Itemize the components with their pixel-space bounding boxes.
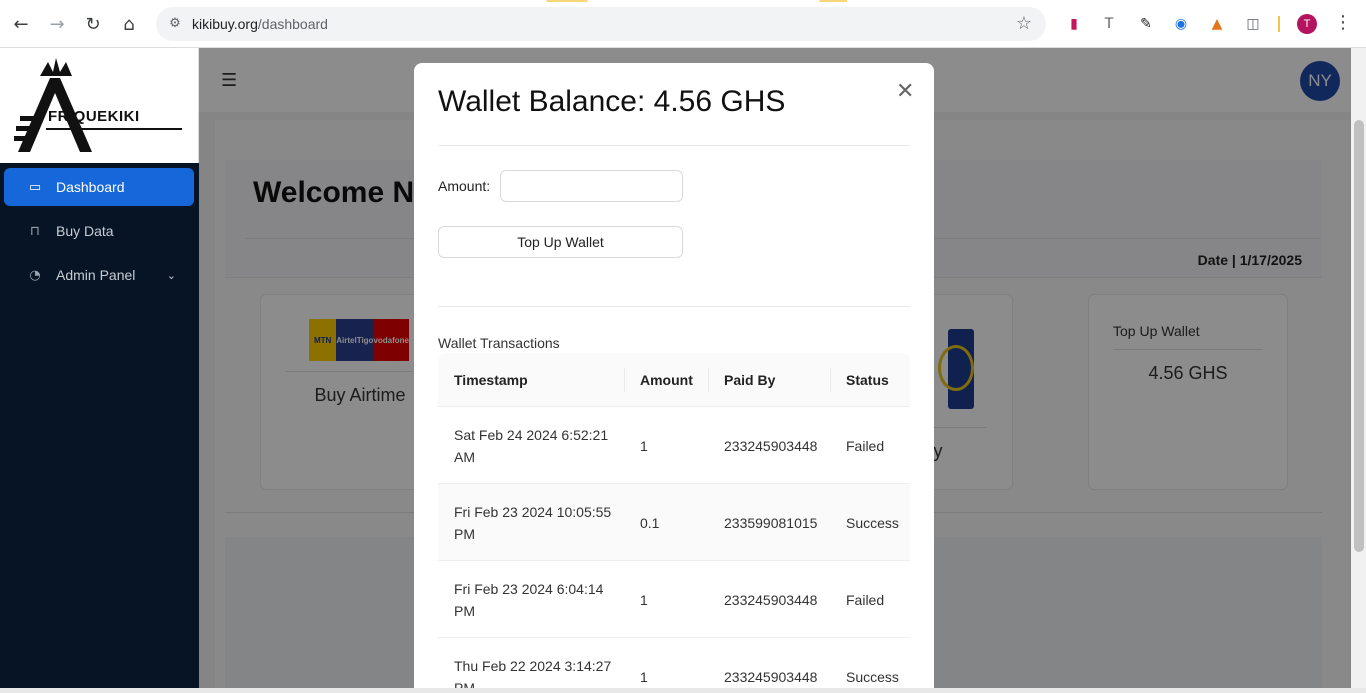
transactions-table: Timestamp Amount Paid By Status Sat Feb …	[438, 353, 910, 693]
sidebar-item-label: Dashboard	[56, 179, 125, 195]
chevron-down-icon[interactable]: ⌄	[167, 269, 176, 282]
extension-text-icon[interactable]: T	[1099, 14, 1119, 34]
bag-icon: ⊓	[29, 223, 41, 239]
metamask-fox-icon[interactable]: ▲	[1207, 14, 1227, 34]
table-row[interactable]: Sat Feb 24 2024 6:52:21 AM 1 23324590344…	[438, 407, 910, 484]
extension-chrome-icon[interactable]: ◉	[1171, 14, 1191, 34]
sidebar-item-buy-data[interactable]: ⊓ Buy Data	[4, 212, 194, 250]
back-icon[interactable]: ←	[7, 10, 35, 38]
column-header-status[interactable]: Status	[830, 353, 910, 407]
timestamp-cell: Fri Feb 23 2024 10:05:55 PM	[454, 503, 612, 542]
logo-text: FRIQUEKIKI	[48, 108, 140, 125]
sidebar-item-admin-panel[interactable]: ◔ Admin Panel ⌄	[4, 256, 194, 294]
column-header-timestamp[interactable]: Timestamp	[438, 353, 624, 407]
status-cell: Failed	[846, 437, 885, 454]
paid-by-cell: 233245903448	[724, 437, 818, 454]
logo[interactable]: FRIQUEKIKI	[0, 48, 199, 163]
table-row[interactable]: Fri Feb 23 2024 10:05:55 PM 0.1 23359908…	[438, 484, 910, 561]
close-icon[interactable]: ✕	[896, 79, 914, 104]
logo-crown-a-mark	[14, 58, 182, 152]
table-row[interactable]: Fri Feb 23 2024 6:04:14 PM 1 23324590344…	[438, 561, 910, 638]
timestamp-cell: Sat Feb 24 2024 6:52:21 AM	[454, 426, 609, 465]
site-info-icon[interactable]: ⚙	[166, 15, 184, 33]
divider	[438, 306, 910, 307]
extension-figma-icon[interactable]: ▮	[1064, 14, 1084, 34]
timestamp-cell: Fri Feb 23 2024 6:04:14 PM	[454, 580, 604, 619]
address-text[interactable]: kikibuy.org/dashboard	[192, 16, 328, 32]
table-row[interactable]: Thu Feb 22 2024 3:14:27 PM 1 23324590344…	[438, 638, 910, 693]
sidebar: FRIQUEKIKI ▭ Dashboard ⊓ Buy Data ◔ Admi…	[0, 48, 199, 693]
paid-by-cell: 233245903448	[724, 668, 818, 685]
browser-menu-icon[interactable]: ⋮	[1334, 12, 1352, 33]
scrollbar-thumb[interactable]	[1354, 120, 1364, 552]
toolbar-divider	[1278, 16, 1280, 32]
bookmark-star-icon[interactable]: ☆	[1016, 13, 1032, 34]
tab-strip-edge	[0, 0, 1366, 2]
address-bar[interactable]: ⚙ kikibuy.org/dashboard ☆	[156, 7, 1046, 41]
transactions-caption: Wallet Transactions	[438, 335, 560, 351]
amount-cell: 1	[640, 591, 648, 608]
amount-label: Amount:	[438, 178, 491, 194]
wallet-modal: Wallet Balance: 4.56 GHS ✕ Amount: Top U…	[414, 63, 934, 693]
monitor-icon: ▭	[28, 179, 42, 195]
amount-cell: 0.1	[640, 514, 660, 531]
paid-by-cell: 233245903448	[724, 591, 818, 608]
window-bottom-edge	[0, 688, 1366, 693]
amount-cell: 1	[640, 668, 648, 685]
page-scrollbar[interactable]	[1351, 48, 1366, 693]
modal-title: Wallet Balance: 4.56 GHS	[438, 85, 786, 118]
eyedropper-icon[interactable]: ✎	[1136, 14, 1156, 34]
sidebar-item-dashboard[interactable]: ▭ Dashboard	[4, 168, 194, 206]
sidebar-item-label: Admin Panel	[56, 267, 136, 283]
amount-input[interactable]	[500, 170, 683, 202]
status-cell: Failed	[846, 591, 885, 608]
forward-icon[interactable]: →	[43, 10, 71, 38]
sidebar-item-label: Buy Data	[56, 223, 114, 239]
column-header-amount[interactable]: Amount	[624, 353, 708, 407]
divider	[438, 145, 910, 146]
reload-icon[interactable]: ↻	[79, 10, 107, 38]
url-path: /dashboard	[257, 16, 328, 32]
status-cell: Success	[846, 514, 899, 531]
pie-chart-icon: ◔	[29, 267, 41, 283]
browser-toolbar: ← → ↻ ⌂ ⚙ kikibuy.org/dashboard ☆ ▮ T ✎ …	[0, 0, 1366, 48]
status-cell: Success	[846, 668, 899, 685]
amount-label-text: Amount	[438, 178, 487, 194]
top-up-wallet-button[interactable]: Top Up Wallet	[438, 226, 683, 258]
paid-by-cell: 233599081015	[724, 514, 818, 531]
url-host: kikibuy.org	[192, 16, 258, 32]
table-header: Timestamp Amount Paid By Status	[438, 353, 910, 407]
column-header-paid-by[interactable]: Paid By	[708, 353, 830, 407]
home-icon[interactable]: ⌂	[115, 10, 143, 38]
profile-avatar[interactable]: T	[1297, 14, 1317, 34]
amount-cell: 1	[640, 437, 648, 454]
extensions-puzzle-icon[interactable]: ◫	[1243, 14, 1263, 34]
timestamp-cell: Thu Feb 22 2024 3:14:27 PM	[454, 657, 612, 693]
